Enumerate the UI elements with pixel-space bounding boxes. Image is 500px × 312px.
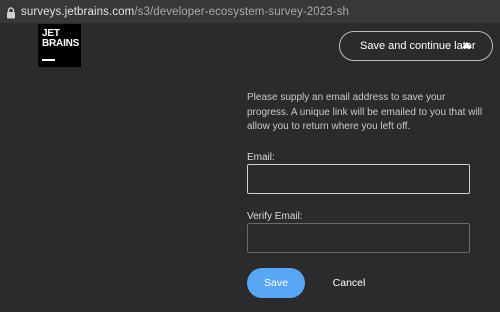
survey-page: JET BRAINS Save and continue later Pleas… (0, 23, 500, 312)
logo-line-2: BRAINS (42, 37, 80, 49)
url-path: /s3/developer-ecosystem-survey-2023-sh (134, 5, 350, 18)
verify-email-field[interactable] (247, 223, 470, 253)
save-later-label: Save and continue later (360, 40, 476, 52)
lock-icon (6, 6, 16, 18)
logo-underscore (42, 59, 55, 61)
caret-up-icon (462, 42, 472, 48)
url-host: surveys.jetbrains.com (21, 5, 135, 18)
save-and-continue-later-button[interactable]: Save and continue later (339, 31, 493, 61)
email-field[interactable] (247, 164, 470, 194)
save-instructions-text: Please supply an email address to save y… (247, 92, 483, 132)
jetbrains-logo[interactable]: JET BRAINS (38, 24, 81, 67)
cancel-button[interactable]: Cancel (322, 268, 376, 298)
save-button[interactable]: Save (247, 268, 305, 298)
verify-email-label: Verify Email: (247, 211, 303, 222)
url-text[interactable]: surveys.jetbrains.com/s3/developer-ecosy… (21, 6, 349, 18)
browser-address-bar[interactable]: surveys.jetbrains.com/s3/developer-ecosy… (0, 0, 500, 23)
email-label: Email: (247, 152, 275, 163)
